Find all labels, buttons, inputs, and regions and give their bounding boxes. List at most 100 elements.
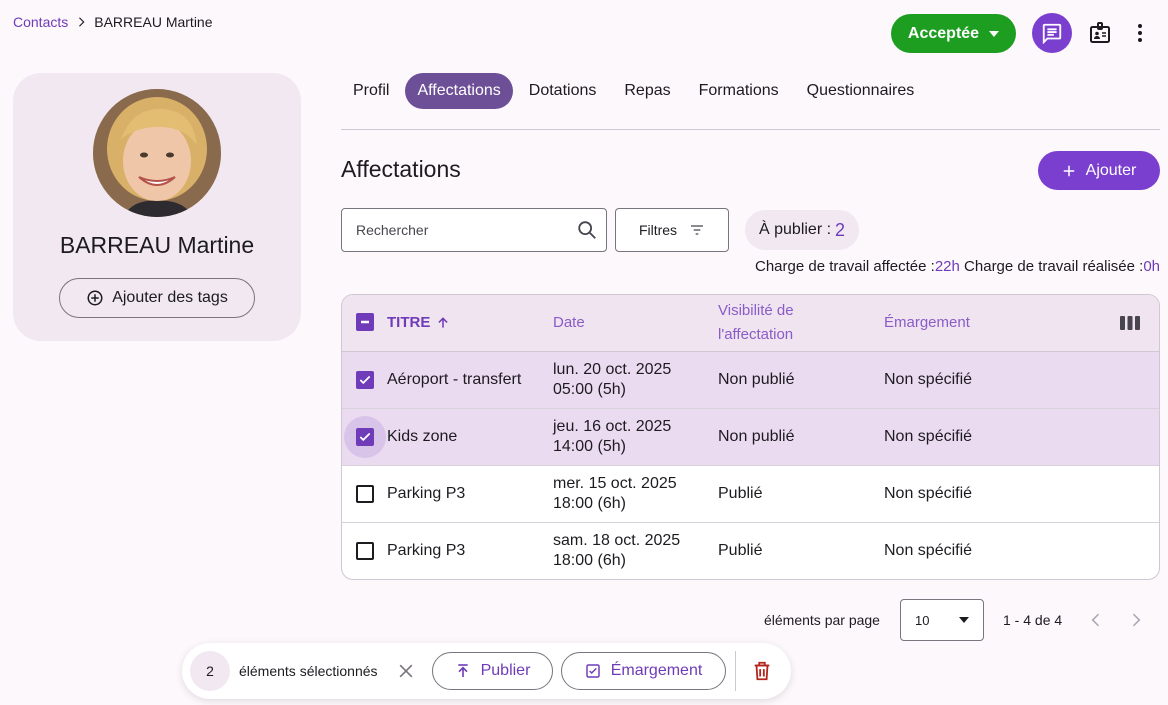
chevron-left-icon	[1091, 613, 1100, 627]
more-vert-icon	[1138, 24, 1142, 42]
row-date-time: 05:00 (5h)	[553, 381, 626, 398]
row-date: jeu. 16 oct. 2025 14:00 (5h)	[553, 417, 671, 457]
column-visibility-line2: l'affectation	[718, 326, 794, 343]
checkbox-checked-icon	[356, 428, 374, 446]
workload-assigned-value: 22h	[934, 258, 960, 275]
workload-done-value: 0h	[1143, 258, 1160, 275]
bulk-divider	[735, 651, 736, 691]
filters-button[interactable]: Filtres	[615, 208, 729, 252]
add-tags-label: Ajouter des tags	[112, 289, 228, 306]
row-signin: Non spécifié	[884, 485, 973, 502]
row-visibility: Publié	[718, 542, 763, 559]
column-visibility-header[interactable]: Visibilité de l'affectation	[718, 299, 794, 347]
tab-questionnaires[interactable]: Questionnaires	[795, 73, 927, 109]
row-title: Parking P3	[387, 542, 466, 559]
breadcrumb: Contacts BARREAU Martine	[13, 14, 213, 30]
row-checkbox[interactable]	[356, 542, 374, 560]
search-icon[interactable]	[576, 219, 598, 241]
delete-button[interactable]	[751, 660, 773, 682]
per-page-select[interactable]: 10	[900, 599, 984, 641]
publish-label: Publier	[480, 662, 531, 679]
assignments-table: TITRE Date Visibilité de l'affectation É…	[341, 294, 1160, 580]
arrow-up-icon	[438, 317, 448, 328]
search-field	[341, 208, 607, 252]
per-page-label: éléments par page	[764, 612, 880, 628]
profile-name: BARREAU Martine	[59, 232, 255, 258]
more-options-button[interactable]	[1128, 21, 1152, 45]
column-signin-header[interactable]: Émargement	[884, 311, 970, 335]
tab-affectations[interactable]: Affectations	[405, 73, 513, 109]
row-date-day: lun. 20 oct. 2025	[553, 361, 672, 378]
per-page-value: 10	[915, 612, 930, 628]
column-title-header[interactable]: TITRE	[387, 311, 450, 335]
table-header: TITRE Date Visibilité de l'affectation É…	[342, 295, 1159, 352]
caret-down-icon	[959, 617, 969, 623]
plus-icon	[1063, 165, 1074, 176]
column-date-header[interactable]: Date	[553, 311, 585, 335]
row-date-time: 14:00 (5h)	[553, 438, 626, 455]
to-publish-label: À publier :	[759, 221, 832, 238]
id-card-icon	[1090, 22, 1110, 43]
tab-repas[interactable]: Repas	[612, 73, 682, 109]
row-signin: Non spécifié	[884, 371, 973, 388]
row-date-day: mer. 15 oct. 2025	[553, 475, 677, 492]
selected-count-label: éléments sélectionnés	[239, 663, 378, 679]
add-assignment-button[interactable]: Ajouter	[1038, 151, 1160, 190]
signin-button[interactable]: Émargement	[561, 652, 726, 690]
tab-dotations[interactable]: Dotations	[517, 73, 609, 109]
table-row[interactable]: Aéroport - transfert lun. 20 oct. 2025 0…	[342, 352, 1159, 409]
row-date: mer. 15 oct. 2025 18:00 (6h)	[553, 474, 677, 514]
selected-count-badge: 2	[190, 651, 230, 691]
publish-button[interactable]: Publier	[432, 652, 553, 690]
messages-button[interactable]	[1032, 13, 1072, 53]
status-dropdown-button[interactable]: Acceptée	[891, 14, 1016, 53]
avatar	[93, 89, 221, 217]
status-label: Acceptée	[907, 24, 980, 42]
select-all-checkbox[interactable]	[356, 313, 374, 331]
tab-profil[interactable]: Profil	[341, 73, 401, 109]
row-checkbox[interactable]	[356, 428, 374, 446]
tab-formations[interactable]: Formations	[687, 73, 791, 109]
row-date-time: 18:00 (6h)	[553, 552, 626, 569]
row-date-day: sam. 18 oct. 2025	[553, 532, 681, 549]
workload-summary: Charge de travail affectée :22h Charge d…	[755, 258, 1160, 275]
checkbox-empty-icon	[356, 485, 374, 503]
row-checkbox[interactable]	[356, 485, 374, 503]
filter-list-icon	[691, 225, 704, 235]
row-date-time: 18:00 (6h)	[553, 495, 626, 512]
indeterminate-checkbox-icon	[356, 313, 374, 331]
breadcrumb-current: BARREAU Martine	[94, 14, 213, 30]
add-label: Ajouter	[1085, 161, 1137, 179]
chevron-right-icon	[74, 15, 88, 29]
search-input[interactable]	[356, 222, 576, 238]
row-visibility: Non publié	[718, 371, 795, 388]
add-tags-button[interactable]: Ajouter des tags	[59, 278, 255, 318]
workload-done-label: Charge de travail réalisée :	[964, 258, 1144, 275]
row-title: Parking P3	[387, 485, 466, 502]
next-page-button[interactable]	[1126, 610, 1146, 630]
breadcrumb-contacts-link[interactable]: Contacts	[13, 14, 68, 30]
table-row[interactable]: Parking P3 sam. 18 oct. 2025 18:00 (6h) …	[342, 523, 1159, 579]
publish-icon	[457, 664, 468, 677]
row-date: lun. 20 oct. 2025 05:00 (5h)	[553, 360, 671, 400]
clear-selection-button[interactable]	[396, 661, 416, 681]
row-signin: Non spécifié	[884, 428, 973, 445]
row-signin: Non spécifié	[884, 542, 973, 559]
to-publish-chip[interactable]: À publier : 2	[745, 210, 860, 250]
trash-icon	[754, 661, 770, 681]
previous-page-button[interactable]	[1086, 610, 1106, 630]
add-circle-icon	[87, 290, 103, 306]
column-visibility-line1: Visibilité de	[718, 302, 794, 319]
checkbox-empty-icon	[356, 542, 374, 560]
table-row[interactable]: Kids zone jeu. 16 oct. 2025 14:00 (5h) N…	[342, 409, 1159, 466]
tabs-divider	[341, 129, 1160, 130]
table-row[interactable]: Parking P3 mer. 15 oct. 2025 18:00 (6h) …	[342, 466, 1159, 523]
row-date-day: jeu. 16 oct. 2025	[553, 418, 672, 435]
row-checkbox[interactable]	[356, 371, 374, 389]
contact-card-button[interactable]	[1088, 21, 1112, 45]
pagination-range: 1 - 4 de 4	[1003, 612, 1063, 628]
signin-label: Émargement	[610, 662, 703, 679]
to-publish-count: 2	[835, 219, 846, 240]
columns-toggle-button[interactable]	[1120, 315, 1140, 339]
row-visibility: Publié	[718, 485, 763, 502]
